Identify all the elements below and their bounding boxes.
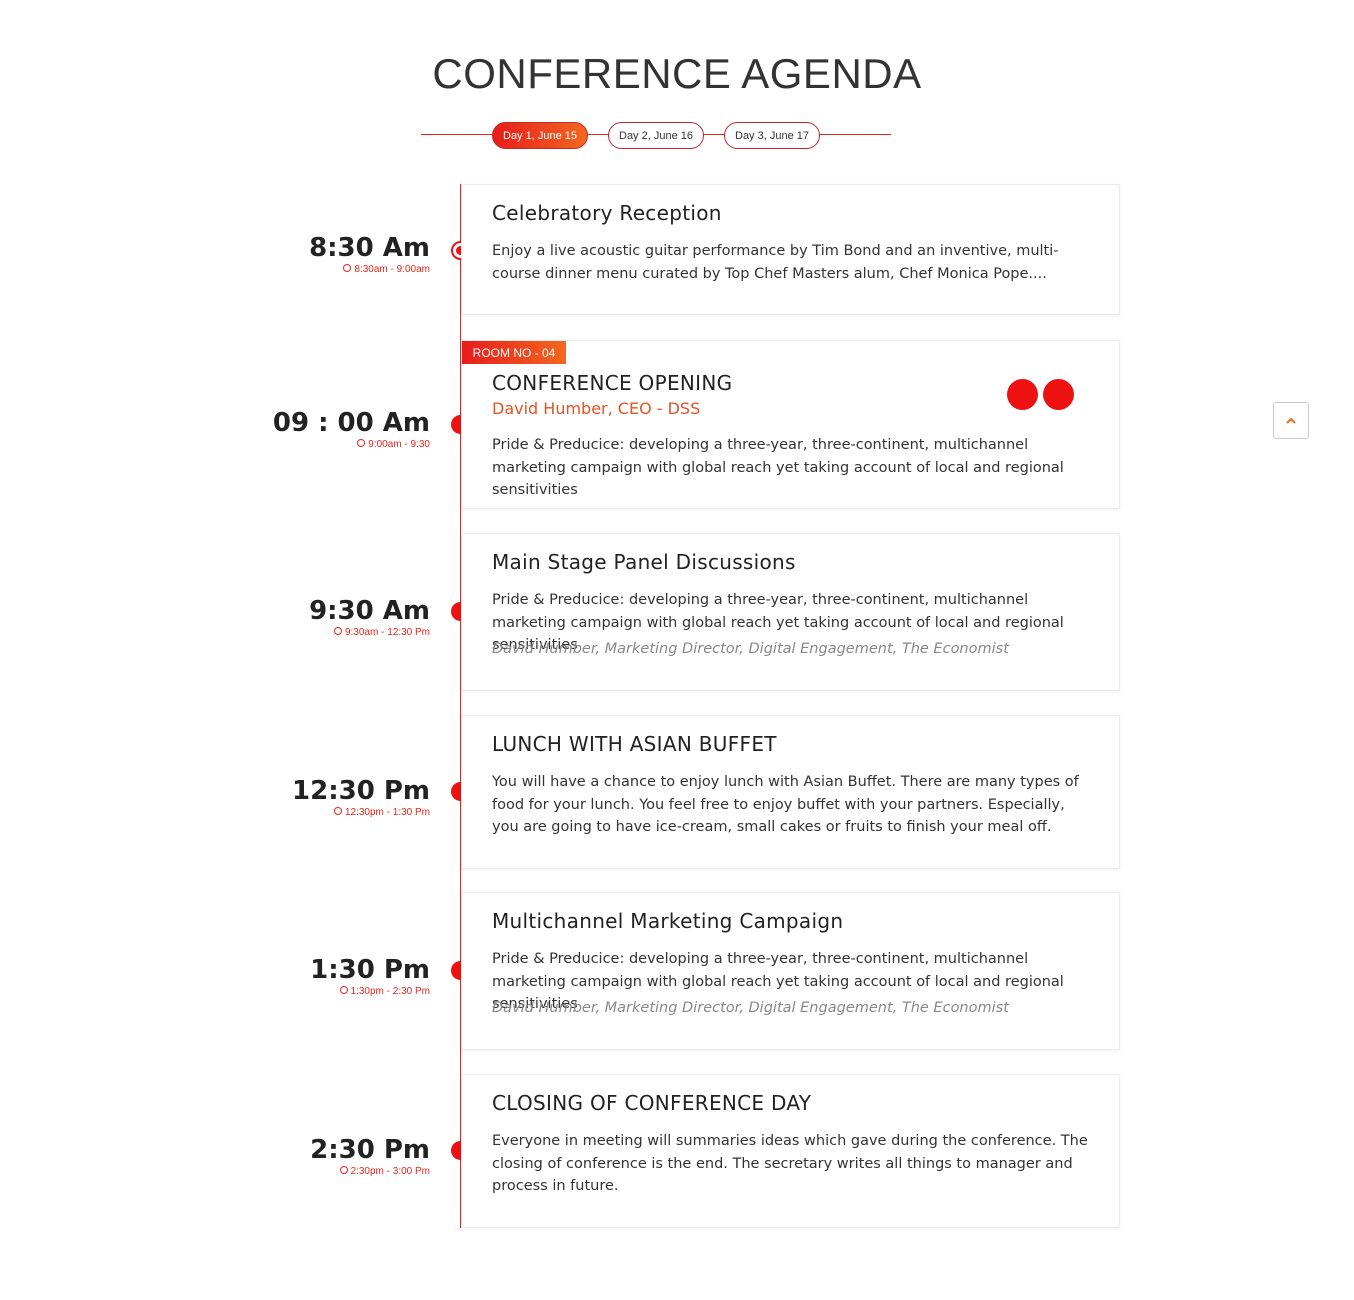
session-start-time: 09 : 00 Am bbox=[272, 408, 430, 438]
session-card: Main Stage Panel Discussions Pride & Pre… bbox=[461, 533, 1120, 691]
session-range-text: 12:30pm - 1:30 Pm bbox=[344, 807, 430, 818]
clock-icon bbox=[333, 807, 342, 815]
session-time: 1:30 Pm 1:30pm - 2:30 Pm bbox=[230, 955, 430, 998]
session-description: You will have a chance to enjoy lunch wi… bbox=[492, 774, 1079, 835]
tab-day-2[interactable]: Day 2, June 16 bbox=[608, 122, 704, 149]
session-time: 8:30 Am 8:30am - 9:00am bbox=[230, 233, 430, 276]
session-time-range: 8:30am - 9:00am bbox=[230, 263, 430, 276]
session-title: LUNCH WITH ASIAN BUFFET bbox=[492, 732, 777, 756]
clock-icon bbox=[357, 439, 366, 447]
chevron-up-icon bbox=[1286, 417, 1296, 424]
session-card: ROOM NO - 04 CONFERENCE OPENING David Hu… bbox=[461, 340, 1120, 509]
session-time: 9:30 Am 9:30am - 12:30 Pm bbox=[230, 596, 430, 639]
session-time-range: 1:30pm - 2:30 Pm bbox=[230, 985, 430, 998]
session-time: 2:30 Pm 2:30pm - 3:00 Pm bbox=[230, 1135, 430, 1178]
session-title: Main Stage Panel Discussions bbox=[492, 550, 796, 574]
clock-icon bbox=[339, 1166, 348, 1174]
session-range-text: 9:00am - 9:30 bbox=[368, 439, 430, 450]
scroll-to-top-button[interactable] bbox=[1273, 402, 1309, 439]
session-description: Enjoy a live acoustic guitar performance… bbox=[492, 243, 1059, 282]
session-card: CLOSING OF CONFERENCE DAY Everyone in me… bbox=[461, 1074, 1120, 1228]
session-range-text: 1:30pm - 2:30 Pm bbox=[350, 986, 430, 997]
clock-icon bbox=[333, 627, 342, 635]
session-range-text: 8:30am - 9:00am bbox=[354, 264, 430, 275]
session-description: Everyone in meeting will summaries ideas… bbox=[492, 1133, 1088, 1194]
session-start-time: 12:30 Pm bbox=[292, 776, 430, 806]
session-title: CONFERENCE OPENING bbox=[492, 371, 733, 395]
session-title: CLOSING OF CONFERENCE DAY bbox=[492, 1091, 812, 1115]
session-start-time: 1:30 Pm bbox=[310, 955, 430, 985]
session-start-time: 2:30 Pm bbox=[310, 1135, 430, 1165]
page-title: CONFERENCE AGENDA bbox=[432, 50, 922, 97]
speaker-avatar[interactable] bbox=[1007, 379, 1038, 410]
session-start-time: 8:30 Am bbox=[309, 233, 430, 263]
session-description: Pride & Preducice: developing a three-ye… bbox=[492, 437, 1064, 498]
clock-icon bbox=[339, 986, 348, 994]
session-range-text: 2:30pm - 3:00 Pm bbox=[350, 1166, 430, 1177]
session-title: Celebratory Reception bbox=[492, 201, 722, 225]
session-start-time: 9:30 Am bbox=[309, 596, 430, 626]
session-title: Multichannel Marketing Campaign bbox=[492, 909, 844, 933]
tab-day-1[interactable]: Day 1, June 15 bbox=[492, 122, 588, 149]
speaker-avatar[interactable] bbox=[1043, 379, 1074, 410]
clock-icon bbox=[343, 264, 352, 272]
session-time-range: 2:30pm - 3:00 Pm bbox=[230, 1165, 430, 1178]
session-time-range: 9:00am - 9:30 bbox=[230, 438, 430, 451]
session-speaker: David Humber, CEO - DSS bbox=[492, 399, 701, 418]
room-badge: ROOM NO - 04 bbox=[462, 341, 566, 364]
session-card: Multichannel Marketing Campaign Pride & … bbox=[461, 892, 1120, 1050]
session-speaker: David Humber, Marketing Director, Digita… bbox=[492, 1000, 1009, 1016]
session-speaker: David Humber, Marketing Director, Digita… bbox=[492, 641, 1009, 657]
session-range-text: 9:30am - 12:30 Pm bbox=[344, 627, 430, 638]
tab-day-3[interactable]: Day 3, June 17 bbox=[724, 122, 820, 149]
session-time-range: 9:30am - 12:30 Pm bbox=[230, 626, 430, 639]
session-time: 12:30 Pm 12:30pm - 1:30 Pm bbox=[230, 776, 430, 819]
session-card: LUNCH WITH ASIAN BUFFET You will have a … bbox=[461, 715, 1120, 869]
session-time: 09 : 00 Am 9:00am - 9:30 bbox=[230, 408, 430, 451]
session-time-range: 12:30pm - 1:30 Pm bbox=[230, 806, 430, 819]
session-card: Celebratory Reception Enjoy a live acous… bbox=[461, 184, 1120, 315]
